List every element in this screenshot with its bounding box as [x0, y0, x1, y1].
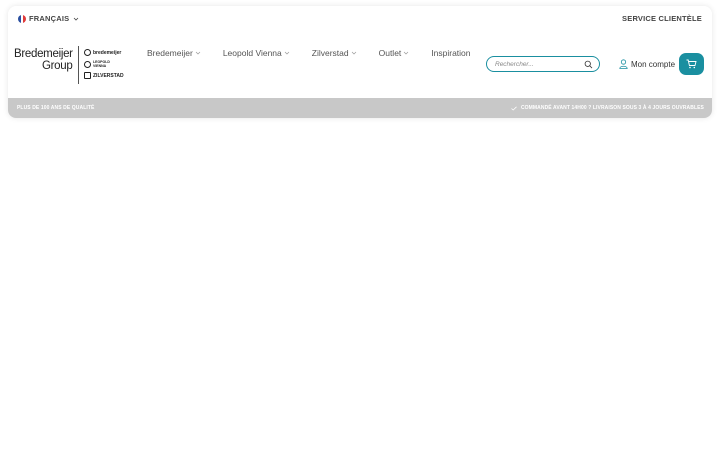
- nav-item-label: Outlet: [378, 48, 402, 58]
- french-flag-icon: [18, 14, 26, 23]
- nav-item-outlet[interactable]: Outlet: [379, 48, 410, 58]
- leopold-mark-icon: [84, 60, 91, 68]
- logo-line1: Bredemeijer: [14, 48, 73, 60]
- account-label: Mon compte: [631, 59, 676, 69]
- zilverstad-mark-icon: [84, 72, 91, 79]
- customer-service-link[interactable]: SERVICE CLIENTÈLE: [622, 14, 702, 23]
- main-navigation: Bredemeijer Leopold Vienna Zilverstad Ou…: [147, 48, 493, 58]
- chevron-down-icon: [195, 51, 201, 55]
- account-link[interactable]: Mon compte: [619, 59, 675, 69]
- usp-delivery-label: COMMANDÉ AVANT 14H00 ? LIVRAISON SOUS 3 …: [520, 105, 704, 111]
- brand-bredemeijer: bredemeijer: [84, 49, 121, 56]
- chevron-down-icon: [404, 51, 409, 55]
- site-header: FRANÇAIS SERVICE CLIENTÈLE Bredemeijer G…: [8, 6, 712, 118]
- nav-item-label: Leopold Vienna: [222, 48, 282, 58]
- usp-delivery: COMMANDÉ AVANT 14H00 ? LIVRAISON SOUS 3 …: [511, 105, 704, 111]
- search-box: [486, 56, 600, 72]
- chevron-down-icon: [351, 51, 356, 55]
- logo-line2: Group: [42, 60, 73, 72]
- nav-item-bredemeijer[interactable]: Bredemeijer: [147, 48, 201, 58]
- brand-label: ZILVERSTAD: [93, 72, 124, 79]
- nav-item-inspiration[interactable]: Inspiration: [431, 48, 470, 58]
- brand-label: bredemeijer: [93, 49, 122, 56]
- brand-label: LEOPOLD VIENNA: [92, 60, 110, 68]
- brand-leopold-vienna: LEOPOLD VIENNA: [84, 60, 124, 68]
- user-icon: [619, 59, 628, 69]
- nav-item-label: Bredemeijer: [147, 48, 193, 58]
- chevron-down-icon: [284, 51, 290, 55]
- usp-quality: PLUS DE 100 ANS DE QUALITÉ: [17, 105, 95, 111]
- search-icon[interactable]: [584, 60, 593, 69]
- cart-icon: [686, 59, 697, 69]
- bredemeijer-mark-icon: [84, 49, 91, 56]
- logo-divider: [78, 46, 79, 84]
- nav-item-label: Inspiration: [431, 48, 471, 58]
- check-icon: [511, 106, 517, 111]
- logo-wordmark: Bredemeijer Group: [14, 48, 73, 72]
- nav-item-zilverstad[interactable]: Zilverstad: [312, 48, 357, 58]
- language-label: FRANÇAIS: [29, 14, 70, 23]
- bredemeijer-group-logo[interactable]: Bredemeijer Group bredemeijer LEOPOLD VI…: [14, 46, 124, 86]
- chevron-down-icon: [74, 17, 79, 21]
- top-bar: FRANÇAIS SERVICE CLIENTÈLE: [8, 6, 712, 32]
- cart-button[interactable]: [679, 53, 704, 75]
- brand-zilverstad: ZILVERSTAD: [84, 72, 124, 79]
- usp-bar: PLUS DE 100 ANS DE QUALITÉ COMMANDÉ AVAN…: [8, 98, 712, 118]
- nav-item-label: Zilverstad: [311, 48, 349, 58]
- nav-item-leopold-vienna[interactable]: Leopold Vienna: [223, 48, 290, 58]
- language-selector[interactable]: FRANÇAIS: [18, 14, 80, 23]
- search-input[interactable]: [495, 60, 585, 68]
